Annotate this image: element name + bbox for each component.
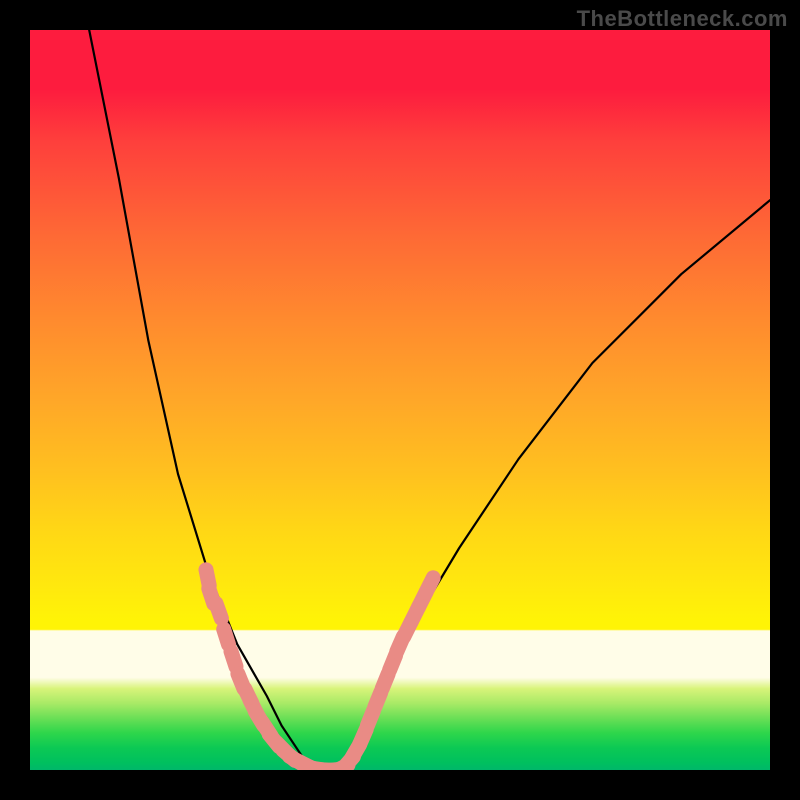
bead-marker xyxy=(426,578,433,592)
curve-left-curve xyxy=(89,30,311,770)
chart-frame: TheBottleneck.com xyxy=(0,0,800,800)
watermark-text: TheBottleneck.com xyxy=(577,6,788,32)
pink-markers xyxy=(206,570,433,770)
bead-marker xyxy=(231,651,236,666)
plot-area xyxy=(30,30,770,770)
curve-right-curve xyxy=(341,200,770,770)
black-curves xyxy=(89,30,770,770)
curve-layer xyxy=(30,30,770,770)
bead-marker xyxy=(224,629,229,644)
bead-marker xyxy=(216,603,221,618)
